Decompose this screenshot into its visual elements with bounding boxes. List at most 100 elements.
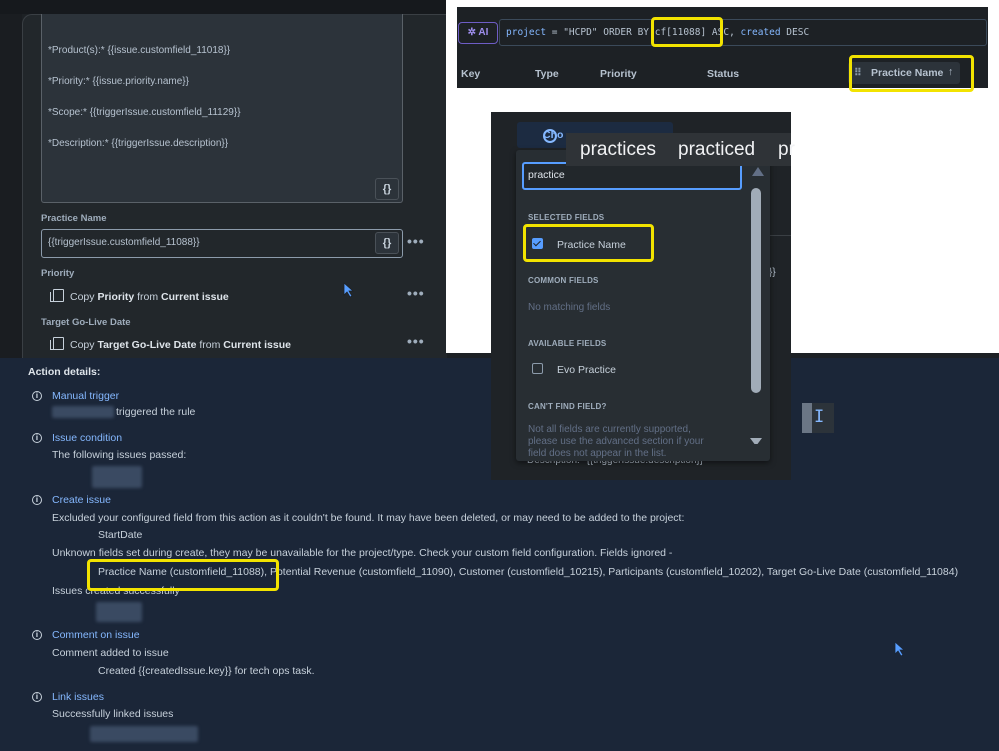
cant-find-line-2: please use the advanced section if your bbox=[528, 436, 704, 447]
info-icon: i bbox=[32, 433, 42, 443]
option-evo-practice-label: Evo Practice bbox=[557, 364, 616, 376]
issue-description-textarea[interactable]: *Product(s):* {{issue.customfield_11018}… bbox=[41, 14, 403, 203]
redacted-linked-issues bbox=[90, 726, 198, 742]
textarea-line-priority: *Priority:* {{issue.priority.name}} bbox=[48, 76, 189, 87]
jql-value: = "HCPD" bbox=[546, 27, 604, 38]
copy-icon bbox=[50, 289, 64, 302]
jql-created: created bbox=[740, 27, 781, 38]
column-key[interactable]: Key bbox=[461, 68, 480, 80]
highlight-cf-field bbox=[651, 17, 723, 47]
comment-added-text: Comment added to issue bbox=[52, 647, 169, 659]
excluded-field-name: StartDate bbox=[98, 529, 143, 541]
ignored-other-fields: Potential Revenue (customfield_11090), C… bbox=[267, 566, 959, 578]
info-icon: i bbox=[32, 495, 42, 505]
redacted-issue bbox=[92, 466, 142, 488]
manual-trigger-link[interactable]: Manual trigger bbox=[52, 390, 119, 402]
available-fields-header: AVAILABLE FIELDS bbox=[528, 339, 607, 348]
practice-name-input[interactable]: {{triggerIssue.customfield_11088}} {} bbox=[41, 229, 403, 258]
copy-mid: from bbox=[196, 339, 224, 351]
suggestion-practices[interactable]: practices bbox=[580, 139, 656, 161]
copy-source: Current issue bbox=[161, 291, 229, 303]
textarea-line-scope: *Scope:* {{triggerIssue.customfield_1112… bbox=[48, 107, 241, 118]
option-evo-practice[interactable]: Evo Practice bbox=[532, 363, 616, 376]
cant-find-line-3: field does not appear in the list. bbox=[528, 448, 667, 459]
issue-condition-link[interactable]: Issue condition bbox=[52, 432, 122, 444]
scroll-down-icon[interactable] bbox=[750, 438, 762, 446]
no-matching-text: No matching fields bbox=[528, 302, 611, 313]
suggestion-partial[interactable]: pr bbox=[778, 139, 795, 161]
jql-desc: DESC bbox=[780, 27, 810, 38]
choose-fields-label: Cho bbox=[543, 129, 564, 141]
practice-name-value: {{triggerIssue.customfield_11088}} bbox=[48, 237, 200, 248]
jql-query-input[interactable]: project = "HCPD" ORDER BY cf[11088] ASC,… bbox=[499, 19, 987, 46]
autocomplete-suggestions: practices practiced pr bbox=[566, 133, 795, 166]
link-issues-link[interactable]: Link issues bbox=[52, 691, 104, 703]
linked-issues-text: Successfully linked issues bbox=[52, 708, 174, 720]
rule-editor-panel: *Product(s):* {{issue.customfield_11018}… bbox=[0, 0, 447, 359]
issue-condition-text: The following issues passed: bbox=[52, 449, 187, 461]
column-type[interactable]: Type bbox=[535, 68, 559, 80]
practice-more-icon[interactable]: ••• bbox=[407, 233, 425, 249]
priority-more-icon[interactable]: ••• bbox=[407, 285, 425, 301]
copy-source: Current issue bbox=[223, 339, 291, 351]
redacted-user bbox=[52, 406, 114, 418]
scroll-up-arrow-icon[interactable] bbox=[751, 165, 765, 177]
jql-field: project bbox=[506, 27, 547, 38]
info-icon: i bbox=[32, 391, 42, 401]
golive-more-icon[interactable]: ••• bbox=[407, 333, 425, 349]
top-strip bbox=[0, 0, 446, 14]
column-status[interactable]: Status bbox=[707, 68, 739, 80]
copy-field: Priority bbox=[97, 291, 135, 303]
field-search-value: practice bbox=[528, 169, 565, 181]
ai-label: AI bbox=[478, 27, 489, 38]
comment-on-issue-link[interactable]: Comment on issue bbox=[52, 629, 140, 641]
selected-fields-header: SELECTED FIELDS bbox=[528, 213, 605, 222]
common-fields-header: COMMON FIELDS bbox=[528, 276, 599, 285]
scrollbar-graphic bbox=[750, 162, 762, 446]
checkbox-icon[interactable] bbox=[532, 363, 543, 374]
mouse-cursor-icon bbox=[894, 641, 906, 657]
copy-icon bbox=[50, 337, 64, 350]
info-icon: i bbox=[32, 630, 42, 640]
copy-field: Target Go-Live Date bbox=[97, 339, 197, 351]
manual-trigger-text: triggered the rule bbox=[116, 406, 196, 418]
highlight-practice-column bbox=[849, 55, 974, 92]
copy-prefix: Copy bbox=[70, 339, 98, 351]
text-cursor-bar bbox=[802, 403, 812, 433]
cant-find-header: CAN'T FIND FIELD? bbox=[528, 402, 607, 411]
excluded-field-text: Excluded your configured field from this… bbox=[52, 512, 685, 524]
info-icon: i bbox=[32, 692, 42, 702]
ibeam-cursor-icon: I bbox=[814, 407, 825, 427]
jql-order-by: ORDER BY bbox=[603, 27, 650, 38]
scroll-thumb[interactable] bbox=[751, 188, 761, 393]
redacted-created-issue bbox=[96, 602, 142, 622]
practice-smart-value-button[interactable]: {} bbox=[375, 232, 399, 254]
copy-prefix: Copy bbox=[70, 291, 98, 303]
mouse-cursor-icon bbox=[343, 282, 355, 298]
highlight-practice-ignored bbox=[87, 559, 279, 591]
field-search-input[interactable]: practice bbox=[522, 162, 742, 190]
action-details-title: Action details: bbox=[28, 366, 101, 378]
highlight-selected-field bbox=[523, 224, 654, 262]
sparkle-icon: ✲ bbox=[467, 27, 476, 38]
ai-button[interactable]: ✲ AI bbox=[458, 22, 498, 44]
left-rail bbox=[0, 14, 22, 358]
create-issue-link[interactable]: Create issue bbox=[52, 494, 111, 506]
golive-label: Target Go-Live Date bbox=[41, 317, 131, 328]
background-brace: }} bbox=[769, 267, 776, 278]
unknown-fields-text: Unknown fields set during create, they m… bbox=[52, 547, 673, 559]
menu-scrollbar[interactable] bbox=[750, 162, 762, 446]
textarea-line-products: *Product(s):* {{issue.customfield_11018}… bbox=[48, 45, 231, 56]
cant-find-line-1: Not all fields are currently supported, bbox=[528, 424, 691, 435]
priority-copy-row[interactable]: Copy Priority from Current issue bbox=[50, 289, 229, 303]
golive-copy-row[interactable]: Copy Target Go-Live Date from Current is… bbox=[50, 337, 291, 351]
field-picker-menu: practice SELECTED FIELDS Practice Name C… bbox=[516, 150, 770, 461]
comment-detail-text: Created {{createdIssue.key}} for tech op… bbox=[98, 665, 315, 677]
priority-label: Priority bbox=[41, 268, 75, 279]
textarea-line-description: *Description:* {{triggerIssue.descriptio… bbox=[48, 138, 229, 149]
column-priority[interactable]: Priority bbox=[600, 68, 637, 80]
smart-value-button[interactable]: {} bbox=[375, 178, 399, 200]
copy-mid: from bbox=[134, 291, 162, 303]
text-cursor-box: I bbox=[802, 403, 834, 433]
suggestion-practiced[interactable]: practiced bbox=[678, 139, 755, 161]
